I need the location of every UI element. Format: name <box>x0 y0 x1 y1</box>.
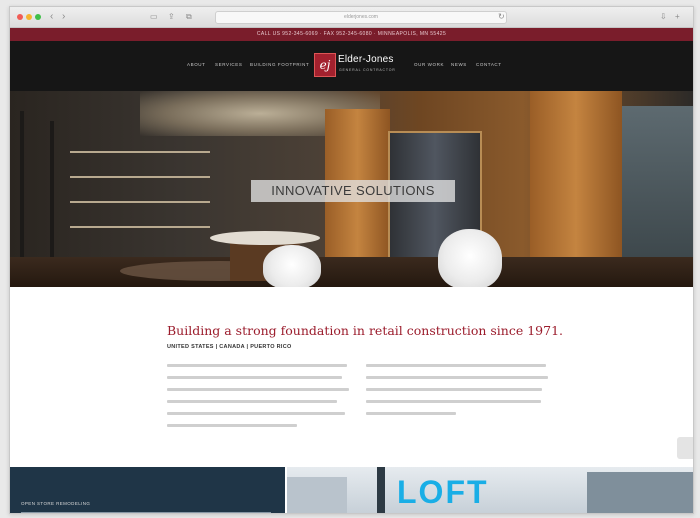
logo-name[interactable]: Elder-Jones <box>338 54 394 65</box>
logo-mark[interactable]: ej <box>314 53 336 77</box>
minimize-window-icon[interactable] <box>26 14 32 20</box>
hero-banner: INNOVATIVE SOLUTIONS <box>10 91 693 287</box>
featured-project-card[interactable]: OPEN STORE REMODELING <box>10 467 285 513</box>
nav-news[interactable]: NEWS <box>451 62 467 67</box>
maximize-window-icon[interactable] <box>35 14 41 20</box>
hero-title: INNOVATIVE SOLUTIONS <box>251 180 455 202</box>
fur-chair <box>438 229 502 287</box>
intro-paragraph-left <box>167 364 352 436</box>
store-window <box>622 106 693 276</box>
site-header: ABOUT SERVICES BUILDING FOOTPRINT ej Eld… <box>10 41 693 91</box>
sidebar-icon[interactable]: ▭ <box>150 11 158 23</box>
store-column <box>20 111 24 281</box>
display-shelf <box>70 201 210 203</box>
scroll-tab[interactable] <box>677 437 693 459</box>
page-headline: Building a strong foundation in retail c… <box>167 323 563 338</box>
loft-sign: LOFT <box>397 474 489 510</box>
nav-contact[interactable]: CONTACT <box>476 62 502 67</box>
building-column <box>377 467 385 513</box>
featured-project-title: OPEN STORE REMODELING <box>21 501 91 506</box>
intro-paragraph-right <box>366 364 551 424</box>
nav-about[interactable]: ABOUT <box>187 62 206 67</box>
nav-building-footprint[interactable]: BUILDING FOOTPRINT <box>250 62 309 67</box>
fur-chair <box>263 245 321 287</box>
display-table <box>210 231 320 245</box>
display-shelf <box>70 151 210 153</box>
back-arrow-icon[interactable]: ‹ <box>50 11 53 23</box>
regions-subline: UNITED STATES | CANADA | PUERTO RICO <box>167 344 292 350</box>
browser-toolbar: ‹ › ▭ ⇪ ⧉ elderjones.com ↻ ⇩ + <box>10 7 693 28</box>
featured-project-text <box>21 512 271 513</box>
display-shelf <box>70 176 210 178</box>
new-tab-icon[interactable]: + <box>675 11 680 23</box>
tabs-icon[interactable]: ⧉ <box>186 11 192 23</box>
nav-our-work[interactable]: OUR WORK <box>414 62 444 67</box>
browser-window: ‹ › ▭ ⇪ ⧉ elderjones.com ↻ ⇩ + CALL US 9… <box>9 6 694 514</box>
floor <box>10 257 693 287</box>
share-icon[interactable]: ⇪ <box>168 11 175 23</box>
logo-tagline: GENERAL CONTRACTOR <box>339 68 396 72</box>
building <box>587 472 693 513</box>
close-window-icon[interactable] <box>17 14 23 20</box>
announcement-bar: CALL US 952-345-6069 · FAX 952-345-6080 … <box>10 28 693 41</box>
reload-icon[interactable]: ↻ <box>498 11 505 23</box>
forward-arrow-icon[interactable]: › <box>62 11 65 23</box>
building <box>287 477 347 513</box>
download-icon[interactable]: ⇩ <box>660 11 667 23</box>
nav-services[interactable]: SERVICES <box>215 62 242 67</box>
display-shelf <box>70 226 210 228</box>
address-bar[interactable]: elderjones.com <box>215 11 507 24</box>
project-photo[interactable] <box>287 467 693 513</box>
